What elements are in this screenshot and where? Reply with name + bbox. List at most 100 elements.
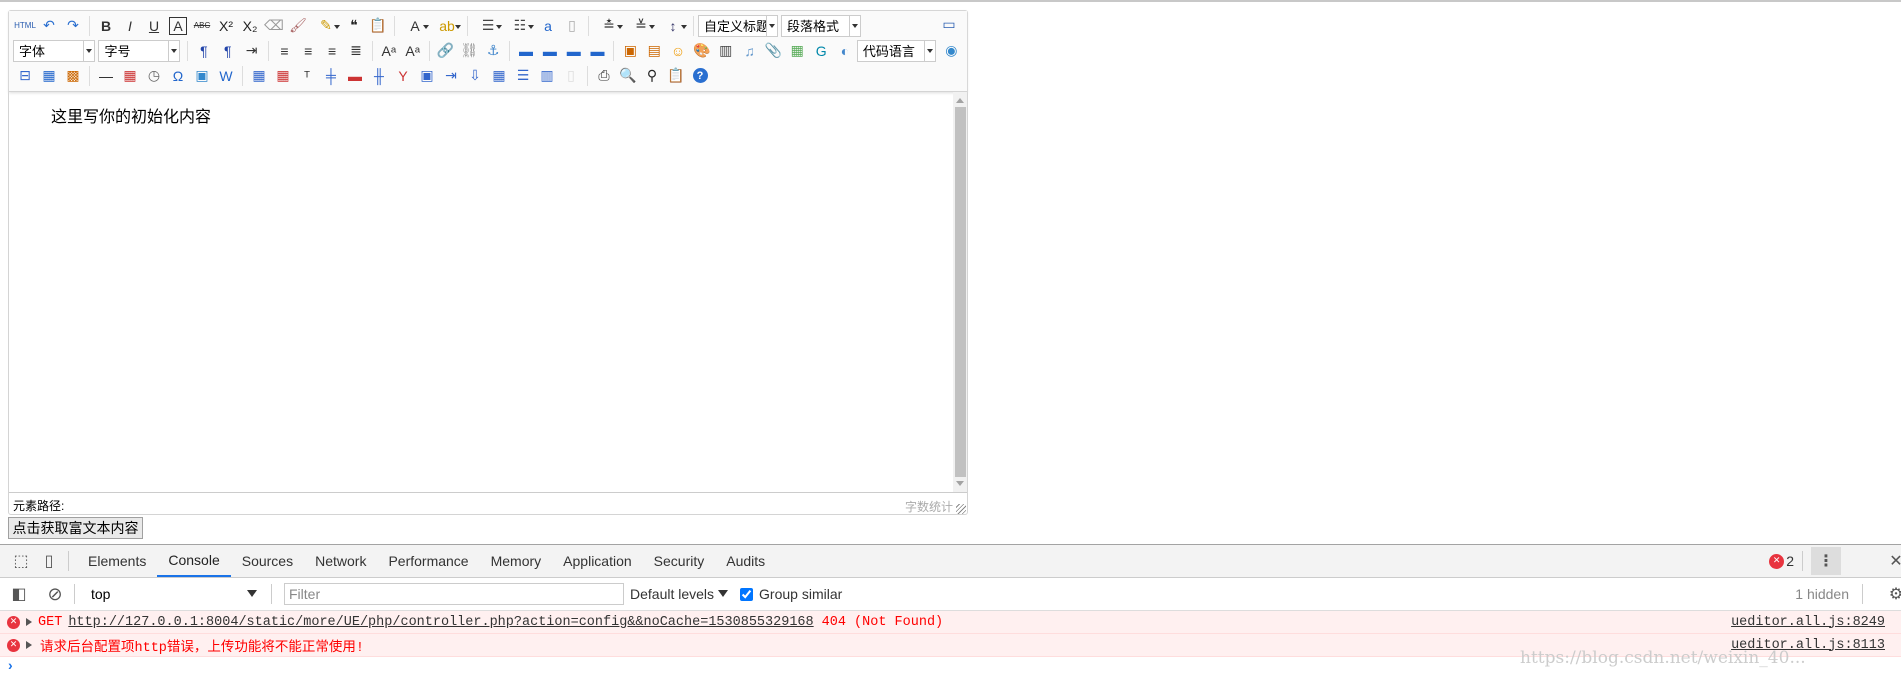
splittocells-icon[interactable]: ▦ (487, 65, 511, 87)
tab-network[interactable]: Network (304, 545, 377, 577)
editor-content[interactable]: 这里写你的初始化内容 (9, 92, 953, 492)
chevron-down-icon[interactable] (167, 40, 179, 61)
autofloat-icon[interactable]: ◉ (939, 40, 963, 62)
justifycenter-icon[interactable]: ≡ (296, 40, 320, 62)
searchreplace-icon[interactable]: ⚲ (640, 65, 664, 87)
editor-scrollbar[interactable] (953, 92, 967, 492)
webapp-icon[interactable]: ◐ (833, 40, 857, 62)
lineheight-icon[interactable]: ↕ (657, 15, 689, 37)
horizontal-icon[interactable]: — (94, 65, 118, 87)
paragraph-format-select[interactable]: 段落格式 (781, 14, 861, 37)
selectall-icon[interactable]: a (536, 15, 560, 37)
more-options-icon[interactable]: ⋮ (1811, 547, 1841, 575)
link-icon[interactable]: 🔗 (434, 40, 458, 62)
content-paragraph[interactable]: 这里写你的初始化内容 (51, 103, 911, 127)
chevron-down-icon[interactable] (849, 15, 860, 36)
request-url-link[interactable]: http://127.0.0.1:8004/static/more/UE/php… (68, 615, 813, 630)
tab-memory[interactable]: Memory (480, 545, 553, 577)
error-count-icon[interactable]: ✕ (1769, 553, 1785, 569)
autotypeset-icon[interactable]: ✎ (310, 15, 342, 37)
map-icon[interactable]: ▦ (785, 40, 809, 62)
underline-icon[interactable]: U (142, 15, 166, 37)
redo-icon[interactable]: ↷ (61, 15, 85, 37)
mergedown-icon[interactable]: ⇩ (463, 65, 487, 87)
inspect-element-icon[interactable]: ⬚ (10, 550, 32, 572)
subscript-icon[interactable]: X₂ (238, 15, 262, 37)
strikethrough-icon[interactable]: ABC (190, 15, 214, 37)
backcolor-icon[interactable]: ab (431, 15, 463, 37)
insertvideo-icon[interactable]: ▥ (714, 40, 738, 62)
code-language-select[interactable]: 代码语言 (856, 39, 937, 62)
anchor-icon[interactable]: ⚓ (481, 40, 505, 62)
imagenone-icon[interactable]: ▬ (514, 40, 538, 62)
fontborder-icon[interactable]: A (169, 16, 187, 35)
insertcol-icon[interactable]: ╫ (367, 65, 391, 87)
clear-console-icon[interactable]: ⊘ (44, 583, 66, 605)
justifyjustify-icon[interactable]: ≣ (344, 40, 368, 62)
tab-console[interactable]: Console (157, 545, 231, 577)
expand-triangle-icon[interactable] (26, 618, 36, 626)
simpleupload-icon[interactable]: ▣ (618, 40, 642, 62)
deleterow-icon[interactable]: ▬ (343, 65, 367, 87)
background-icon[interactable]: ▩ (61, 65, 85, 87)
tolowercase-icon[interactable]: Aᵃ (401, 40, 425, 62)
unlink-icon[interactable]: ⛓ (457, 40, 481, 62)
source-link[interactable]: ueditor.all.js:8113 (1731, 638, 1885, 653)
ltr-icon[interactable]: ¶ (192, 40, 216, 62)
insertrow-icon[interactable]: ╪ (319, 65, 343, 87)
insertframe-icon[interactable]: ⊟ (13, 65, 37, 87)
group-similar-checkbox[interactable] (740, 587, 754, 601)
template-icon[interactable]: ▦ (37, 65, 61, 87)
wordimage-icon[interactable]: W (214, 65, 238, 87)
device-toolbar-icon[interactable]: ▯ (38, 550, 60, 572)
justifyleft-icon[interactable]: ≡ (273, 40, 297, 62)
italic-icon[interactable]: I (118, 15, 142, 37)
forecolor-icon[interactable]: A (399, 15, 431, 37)
touppercase-icon[interactable]: Aᵃ (377, 40, 401, 62)
html-icon[interactable]: HTML (13, 15, 37, 37)
removeformat-icon[interactable]: ⌫ (262, 15, 286, 37)
splittocols-icon[interactable]: ▥ (535, 65, 559, 87)
error-count[interactable]: 2 (1786, 553, 1794, 569)
gear-icon[interactable]: ⚙ (1885, 583, 1901, 605)
context-selector[interactable]: top (83, 586, 263, 602)
chevron-down-icon[interactable] (924, 40, 936, 61)
rowspacingbottom-icon[interactable]: ≚ (625, 15, 657, 37)
font-family-select[interactable]: 字体 (13, 39, 96, 62)
splittorows-icon[interactable]: ☰ (511, 65, 535, 87)
tab-sources[interactable]: Sources (231, 545, 304, 577)
close-devtools-icon[interactable]: ✕ (1885, 550, 1901, 572)
expand-triangle-icon[interactable] (26, 641, 36, 649)
filter-input[interactable] (284, 583, 624, 605)
tab-elements[interactable]: Elements (77, 545, 157, 577)
imagecenter-icon[interactable]: ▬ (586, 40, 610, 62)
log-levels-dropdown[interactable]: Default levels (630, 586, 729, 602)
cleardoc-icon[interactable]: ▯ (560, 15, 584, 37)
superscript-icon[interactable]: X² (214, 15, 238, 37)
insertimage-icon[interactable]: ▤ (642, 40, 666, 62)
justifyright-icon[interactable]: ≡ (320, 40, 344, 62)
spechars-icon[interactable]: Ω (166, 65, 190, 87)
snapscreen-icon[interactable]: ▣ (190, 65, 214, 87)
rowspacingtop-icon[interactable]: ≛ (593, 15, 625, 37)
deletetable-icon[interactable]: ▦ (271, 65, 295, 87)
tab-application[interactable]: Application (552, 545, 643, 577)
console-prompt[interactable]: › (0, 657, 1901, 677)
tab-audits[interactable]: Audits (715, 545, 776, 577)
gmap-icon[interactable]: G (809, 40, 833, 62)
preview-icon[interactable]: 🔍 (616, 65, 640, 87)
insertunorderedlist-icon[interactable]: ☷ (504, 15, 536, 37)
mergeright-icon[interactable]: ⇥ (439, 65, 463, 87)
get-content-button[interactable]: 点击获取富文本内容 (8, 517, 143, 539)
chevron-down-icon[interactable] (83, 40, 95, 61)
mergecells-icon[interactable]: ▣ (415, 65, 439, 87)
imageleft-icon[interactable]: ▬ (538, 40, 562, 62)
emotion-icon[interactable]: ☺ (666, 40, 690, 62)
insertorderedlist-icon[interactable]: ☰ (472, 15, 504, 37)
scrawl-icon[interactable]: 🎨 (690, 40, 714, 62)
deletecol-icon[interactable]: Y (391, 65, 415, 87)
print-icon[interactable]: ⎙ (592, 65, 616, 87)
attachment-icon[interactable]: 📎 (762, 40, 786, 62)
scroll-down-arrow[interactable] (956, 481, 964, 490)
time-icon[interactable]: ◷ (142, 65, 166, 87)
